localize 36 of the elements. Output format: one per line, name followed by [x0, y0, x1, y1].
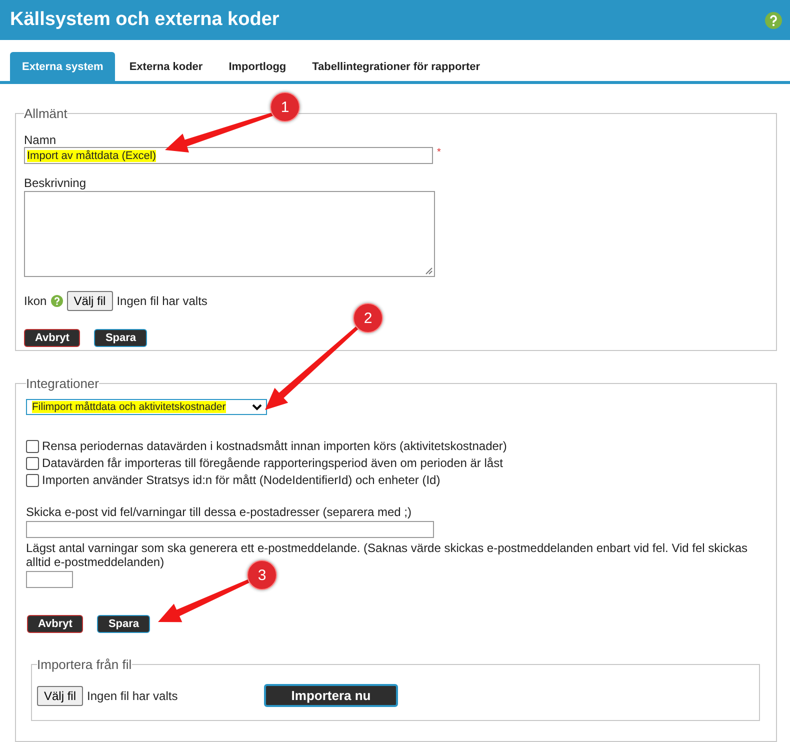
checkbox-label: Importen använder Stratsys id:n för mått (NodeIdentifierId) och enheter (Id): [42, 473, 440, 487]
help-icon[interactable]: [50, 295, 63, 307]
checkbox-label: Rensa periodernas datavärden i kostnadsmått innan importen körs (aktivitetskostnader): [42, 439, 507, 453]
callout-badge: 3: [247, 560, 277, 590]
section-legend: Integrationer: [26, 376, 99, 391]
field-label: Namn: [24, 133, 58, 147]
checkbox-label: Datavärden får importeras till föregående rapporteringsperiod även om perioden är låst: [42, 456, 503, 470]
page-title: Källsystem och externa koder: [10, 9, 280, 31]
warning-count-field[interactable]: [26, 571, 73, 588]
description-field[interactable]: [24, 191, 435, 277]
name-field[interactable]: Import av måttdata (Excel): [24, 147, 433, 164]
file-status: Ingen fil har valts: [116, 294, 208, 308]
cancel-button[interactable]: Avbryt: [27, 615, 84, 633]
field-label: Beskrivning: [24, 176, 88, 190]
required-mark: *: [437, 147, 441, 158]
field-label: Skicka e-post vid fel/varningar till dessa e-postadresser (separera med ;): [26, 505, 412, 519]
save-button[interactable]: Spara: [97, 615, 150, 633]
section-legend: Importera från fil: [37, 657, 132, 672]
import-button[interactable]: Importera nu: [264, 684, 398, 707]
callout-badge: 2: [353, 303, 383, 333]
choose-file-button[interactable]: Välj fil: [66, 291, 113, 311]
checkbox[interactable]: [26, 456, 39, 470]
cancel-button[interactable]: Avbryt: [24, 329, 80, 347]
save-button[interactable]: Spara: [94, 329, 148, 347]
help-icon[interactable]: [765, 12, 782, 28]
chevron-down-icon: [252, 404, 262, 410]
resize-grip-icon[interactable]: [425, 267, 433, 275]
checkbox[interactable]: [26, 474, 39, 486]
choose-file-button[interactable]: Välj fil: [37, 686, 84, 706]
email-field[interactable]: [26, 521, 434, 538]
checkbox[interactable]: [26, 440, 39, 452]
file-status: Ingen fil har valts: [87, 688, 179, 702]
callout-badge: 1: [270, 92, 300, 122]
integration-select[interactable]: Filimport måttdata och aktivitetskostnader: [26, 399, 267, 415]
field-label: Ikon: [24, 294, 47, 308]
section-legend: Allmänt: [24, 106, 68, 121]
